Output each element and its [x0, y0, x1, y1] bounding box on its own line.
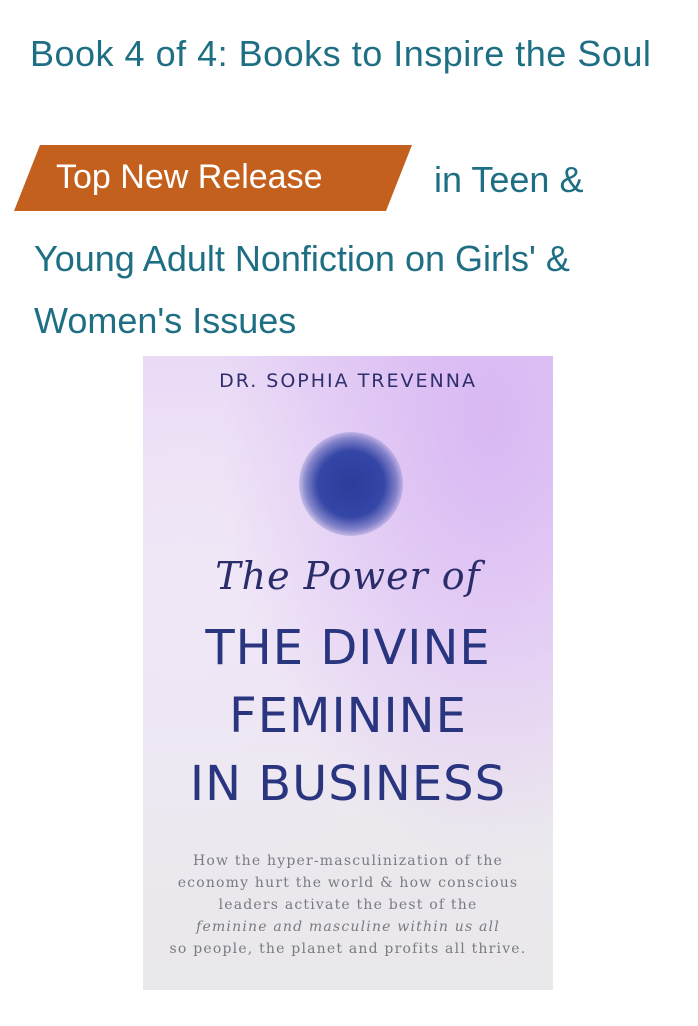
cover-script-title: The Power of [215, 554, 481, 598]
cover-title-line: THE DIVINE [205, 620, 491, 676]
cover-blurb-line: How the hyper-masculinization of the [192, 853, 504, 869]
bestseller-badge-row: Top New Release in Teen & [14, 145, 684, 211]
cover-blurb-line: so people, the planet and profits all th… [169, 941, 527, 957]
badge-category-link[interactable]: Young Adult Nonfiction on Girls' & Women… [34, 228, 674, 352]
cover-blurb-line: feminine and masculine within us all [196, 919, 500, 935]
book-cover-image[interactable]: DR. SOPHIA TREVENNA The Power of THE DIV… [143, 356, 553, 990]
cover-title-line: IN BUSINESS [189, 756, 507, 812]
cover-blurb-line: economy hurt the world & how conscious [177, 875, 519, 891]
cover-title-line: FEMININE [229, 688, 467, 744]
badge-category-link-start[interactable]: in Teen & [434, 158, 583, 202]
cover-blurb-line: leaders activate the best of the [218, 897, 478, 913]
cover-main-title: THE DIVINE FEMININE IN BUSINESS [143, 614, 553, 818]
series-link[interactable]: Book 4 of 4: Books to Inspire the Soul [30, 24, 680, 84]
cover-author: DR. SOPHIA TREVENNA [219, 370, 477, 392]
top-new-release-badge[interactable]: Top New Release [14, 145, 412, 211]
cover-blurb: How the hyper-masculinization of the eco… [143, 850, 553, 960]
badge-label: Top New Release [56, 158, 323, 196]
cover-orb-graphic [299, 432, 403, 536]
